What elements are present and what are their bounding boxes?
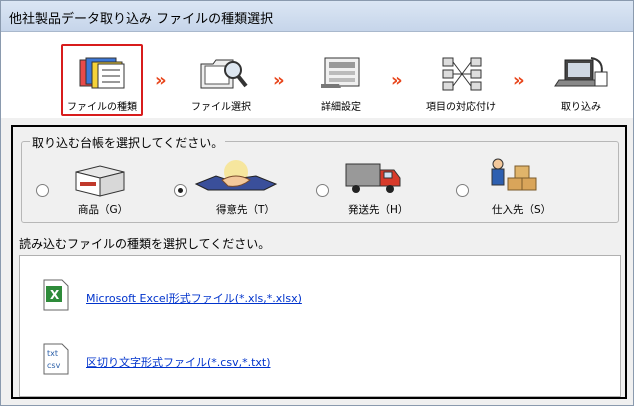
wizard-step-file-select: ファイル選択 [171,46,271,113]
step-arrow-icon: » [513,70,524,91]
content-panel: 取り込む台帳を選択してください。 商品（G） 得意先（T） 発送先（H） 仕入先… [11,125,627,399]
filetype-prompt: 読み込むファイルの種類を選択してください。 [19,237,271,251]
step-arrow-icon: » [273,70,284,91]
svg-text:csv: csv [47,361,61,370]
settings-sheet-icon [321,57,360,88]
radio-customer[interactable] [174,184,187,197]
wizard-step-file-type: ファイルの種類 [61,44,143,116]
option-label-customer: 得意先（T） [216,204,275,216]
wizard-step-label: ファイルの種類 [67,102,137,113]
radio-shipping[interactable] [316,184,329,197]
wizard-step-label: ファイル選択 [191,102,251,113]
wizard-steps: ファイルの種類 » ファイル選択 » 詳細設定 » 項目の対応付け » 取り込み [1,32,633,118]
worker-boxes-icon [491,158,537,191]
wizard-step-label: 取り込み [561,102,601,113]
truck-icon [345,163,401,193]
option-label-shipping: 発送先（H） [348,204,409,216]
option-label-goods: 商品（G） [78,204,129,216]
wizard-step-label: 項目の対応付け [426,102,496,113]
window-title: 他社製品データ取り込み ファイルの種類選択 [9,12,274,27]
step-arrow-icon: » [391,70,402,91]
ledger-groupbox: 取り込む台帳を選択してください。 商品（G） 得意先（T） 発送先（H） 仕入先… [21,134,619,223]
title-bar: 他社製品データ取り込み ファイルの種類選択 [1,1,633,32]
radio-goods[interactable] [36,184,49,197]
option-label-supplier: 仕入先（S） [492,204,552,216]
box-icon [75,165,125,197]
import-wizard-window: 他社製品データ取り込み ファイルの種類選択 ファイルの種類 » ファイル選択 »… [0,0,634,406]
csv-file-link[interactable]: 区切り文字形式ファイル(*.csv,*.txt) [86,354,271,370]
excel-file-icon: X [43,279,69,311]
wizard-step-import: 取り込み [531,46,631,113]
svg-text:X: X [50,288,60,302]
filetype-list: X Microsoft Excel形式ファイル(*.xls,*.xlsx) tx… [19,255,621,397]
field-mapping-icon [442,57,482,91]
file-folders-icon [79,57,125,89]
svg-text:txt: txt [47,349,58,358]
folder-magnifier-icon [200,59,248,89]
wizard-step-field-mapping: 項目の対応付け [411,46,511,113]
radio-supplier[interactable] [456,184,469,197]
laptop-import-icon [554,57,608,87]
ledger-prompt: 取り込む台帳を選択してください。 [30,134,226,151]
txt-csv-file-icon: txt csv [43,343,69,375]
wizard-step-label: 詳細設定 [321,102,361,113]
excel-file-link[interactable]: Microsoft Excel形式ファイル(*.xls,*.xlsx) [86,290,302,306]
handshake-icon [194,160,278,191]
step-arrow-icon: » [155,70,166,91]
wizard-step-detail-settings: 詳細設定 [291,46,391,113]
